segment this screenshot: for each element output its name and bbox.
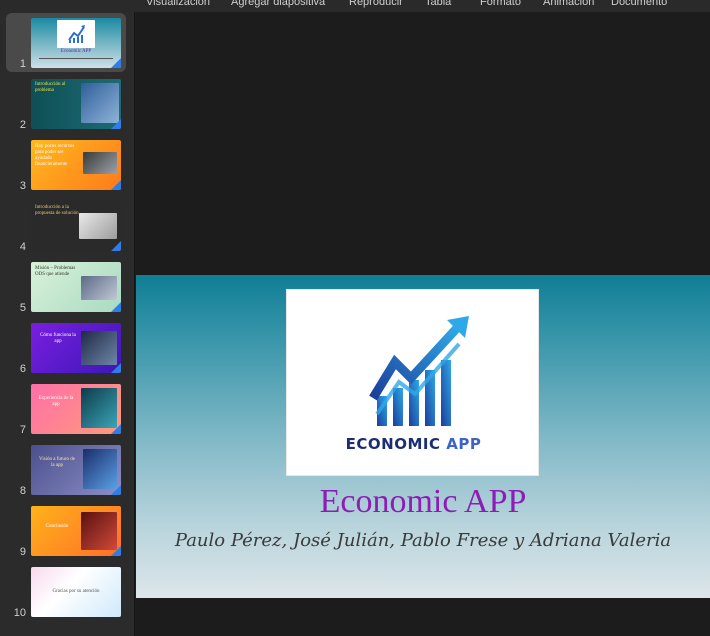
slide-thumbnail-5[interactable]: 5 Misión – Problemas ODS que atiende [0, 256, 135, 314]
slide-title: Conclusión [45, 524, 69, 529]
slide-number: 7 [19, 424, 26, 436]
build-indicator-icon [111, 241, 121, 251]
menu-documento[interactable]: Documento [611, 0, 667, 8]
slide-thumbnail-2[interactable]: 2 Introducción al problema [0, 73, 135, 131]
slide-thumbnail-1[interactable]: 1 Economic APP [0, 12, 135, 72]
slide-number: 2 [19, 119, 26, 131]
slide-thumbnail-8[interactable]: 8 Visión a futuro de la app [0, 439, 135, 497]
slide-number: 8 [19, 485, 26, 497]
slide-preview: Experiencia de la app [31, 384, 121, 434]
slide-title[interactable]: Economic APP [136, 483, 710, 521]
slide-title: Economic APP [60, 49, 92, 54]
menu-visualizacion[interactable]: Visualización [146, 0, 210, 8]
menu-agregar-diapositiva[interactable]: Agregar diapositiva [231, 0, 325, 8]
slide-photo [83, 152, 117, 174]
build-indicator-icon [111, 485, 121, 495]
slide-number: 3 [19, 180, 26, 192]
slide-preview: Introducción al problema [31, 79, 121, 129]
slide-preview: Conclusión [31, 506, 121, 556]
logo-word-economic: ECONOMIC [345, 435, 441, 453]
slide-thumbnail-7[interactable]: 7 Experiencia de la app [0, 378, 135, 436]
slide-preview: Hay pocos recursos para poder ser ayudad… [31, 140, 121, 190]
slide-title: Visión a futuro de la app [39, 457, 75, 468]
slide-number: 9 [19, 546, 26, 558]
slide-number: 6 [19, 363, 26, 375]
menu-formato[interactable]: Formato [480, 0, 521, 8]
logo-wordmark: ECONOMIC APP [287, 435, 540, 453]
logo-word-app: APP [446, 435, 482, 453]
slide-preview: Economic APP [31, 18, 121, 68]
logo-image [57, 20, 95, 48]
slide-preview: Gracias por su atención [31, 567, 121, 617]
slide-thumbnail-10[interactable]: 10 Gracias por su atención [0, 561, 135, 619]
build-indicator-icon [111, 363, 121, 373]
slide-photo [81, 388, 117, 428]
slide-photo [81, 276, 117, 300]
slide-title: Cómo funciona la app [40, 333, 76, 344]
slide-title: Hay pocos recursos para poder ser ayudad… [35, 144, 75, 167]
slide-thumbnail-9[interactable]: 9 Conclusión [0, 500, 135, 558]
slide-title: Introducción a la propuesta de solución [35, 205, 79, 216]
slide-title: Misión – Problemas ODS que atiende [35, 266, 76, 277]
build-indicator-icon [111, 180, 121, 190]
slide-thumbnail-6[interactable]: 6 Cómo funciona la app [0, 317, 135, 375]
slide-number: 5 [19, 302, 26, 314]
slide-photo [81, 512, 117, 550]
slide-number: 1 [19, 58, 26, 70]
slide-thumbnail-3[interactable]: 3 Hay pocos recursos para poder ser ayud… [0, 134, 135, 192]
menu-animacion[interactable]: Animación [543, 0, 594, 8]
slide-title: Gracias por su atención [52, 589, 100, 594]
build-indicator-icon [111, 119, 121, 129]
slide-photo [81, 331, 117, 365]
build-indicator-icon [111, 546, 121, 556]
toolbar: Visualización Agregar diapositiva Reprod… [0, 0, 710, 12]
slide-canvas: ECONOMIC APP Economic APP Paulo Pérez, J… [136, 12, 710, 636]
current-slide[interactable]: ECONOMIC APP Economic APP Paulo Pérez, J… [136, 275, 710, 598]
menu-tabla[interactable]: Tabla [425, 0, 451, 8]
subtitle-line [39, 58, 113, 59]
slide-preview: Visión a futuro de la app [31, 445, 121, 495]
build-indicator-icon [111, 424, 121, 434]
slide-thumbnail-4[interactable]: 4 Introducción a la propuesta de solució… [0, 195, 135, 253]
slide-preview: Introducción a la propuesta de solución [31, 201, 121, 251]
logo-image[interactable]: ECONOMIC APP [286, 289, 539, 476]
build-indicator-icon [111, 302, 121, 312]
slide-subtitle[interactable]: Paulo Pérez, José Julián, Pablo Frese y … [136, 530, 710, 551]
slide-title: Introducción al problema [35, 82, 66, 93]
build-indicator-icon [111, 58, 121, 68]
slide-preview: Cómo funciona la app [31, 323, 121, 373]
slide-title: Experiencia de la app [38, 396, 74, 407]
menu-reproducir[interactable]: Reproducir [349, 0, 403, 8]
slide-number: 4 [19, 241, 26, 253]
slide-photo [83, 449, 117, 489]
slide-photo [81, 83, 119, 123]
slide-preview: Misión – Problemas ODS que atiende [31, 262, 121, 312]
slide-navigator: 1 Economic APP 2 Introducción al problem… [0, 12, 135, 636]
slide-number: 10 [13, 607, 26, 619]
slide-photo [79, 213, 117, 239]
